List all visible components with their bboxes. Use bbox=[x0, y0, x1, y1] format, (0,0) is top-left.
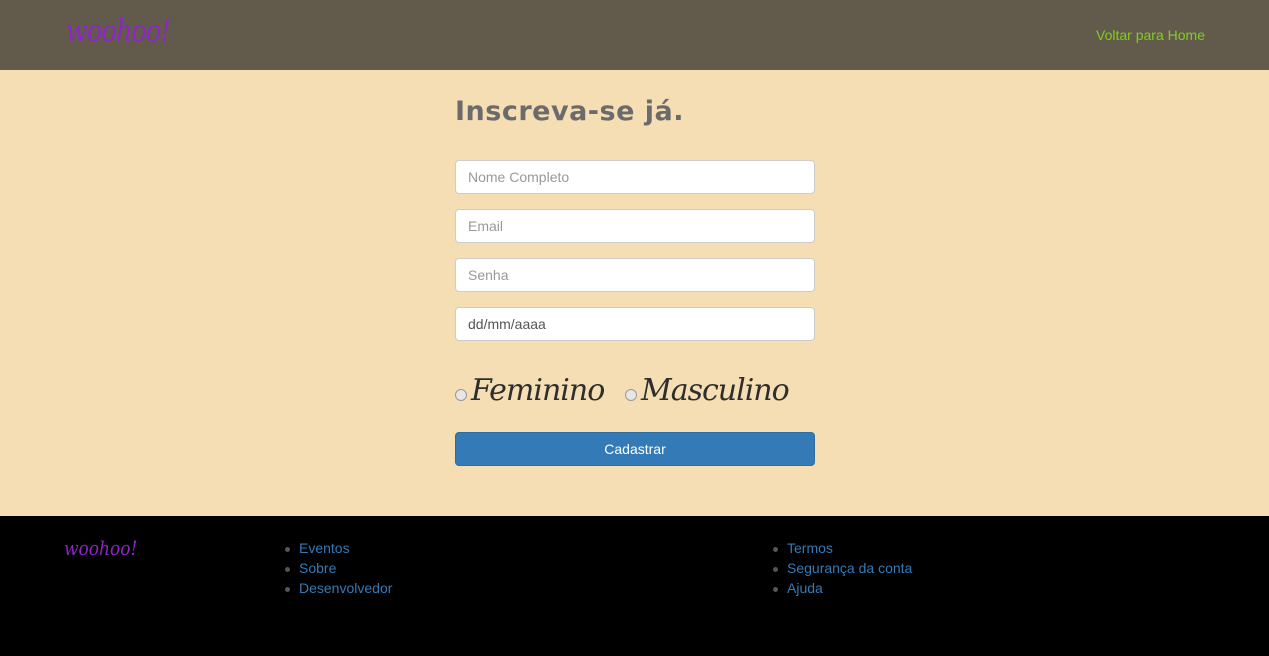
page-title: Inscreva-se já. bbox=[455, 96, 685, 127]
footer-item: Ajuda bbox=[773, 578, 912, 598]
gender-radio-group: Feminino Masculino bbox=[455, 364, 815, 416]
footer-logo[interactable]: woohoo! bbox=[64, 536, 137, 560]
signup-section: Inscreva-se já. Feminino Masculino Cadas… bbox=[0, 70, 1269, 516]
footer-item: Segurança da conta bbox=[773, 558, 912, 578]
top-navbar: woohoo! Voltar para Home bbox=[0, 0, 1269, 70]
footer-link-desenvolvedor[interactable]: Desenvolvedor bbox=[299, 580, 392, 596]
signup-form: Inscreva-se já. Feminino Masculino Cadas… bbox=[455, 70, 815, 466]
bullet-icon bbox=[285, 566, 290, 572]
bullet-icon bbox=[773, 546, 778, 552]
bullet-icon bbox=[285, 546, 290, 552]
bullet-icon bbox=[285, 586, 290, 592]
email-input[interactable] bbox=[455, 209, 815, 243]
page-footer: woohoo! Eventos Sobre Desenvolvedor Term… bbox=[0, 516, 1269, 656]
footer-link-sobre[interactable]: Sobre bbox=[299, 560, 336, 576]
footer-item: Eventos bbox=[285, 538, 392, 558]
radio-masculino[interactable] bbox=[625, 389, 637, 401]
footer-links-right: Termos Segurança da conta Ajuda bbox=[773, 538, 912, 598]
radio-feminino[interactable] bbox=[455, 389, 467, 401]
gender-label-masculino: Masculino bbox=[641, 372, 790, 408]
gender-option-masculino[interactable]: Masculino bbox=[625, 364, 790, 416]
footer-link-termos[interactable]: Termos bbox=[787, 540, 833, 556]
gender-option-feminino[interactable]: Feminino bbox=[455, 364, 605, 416]
bullet-icon bbox=[773, 566, 778, 572]
footer-item: Sobre bbox=[285, 558, 392, 578]
footer-item: Desenvolvedor bbox=[285, 578, 392, 598]
gender-label-feminino: Feminino bbox=[471, 372, 605, 408]
footer-link-eventos[interactable]: Eventos bbox=[299, 540, 350, 556]
brand-logo[interactable]: woohoo! bbox=[66, 14, 171, 49]
password-input[interactable] bbox=[455, 258, 815, 292]
submit-button[interactable]: Cadastrar bbox=[455, 432, 815, 466]
bullet-icon bbox=[773, 586, 778, 592]
footer-item: Termos bbox=[773, 538, 912, 558]
footer-link-seguranca[interactable]: Segurança da conta bbox=[787, 560, 912, 576]
footer-link-ajuda[interactable]: Ajuda bbox=[787, 580, 823, 596]
full-name-input[interactable] bbox=[455, 160, 815, 194]
footer-links-left: Eventos Sobre Desenvolvedor bbox=[285, 538, 392, 598]
home-link[interactable]: Voltar para Home bbox=[1096, 27, 1205, 43]
birthdate-input[interactable] bbox=[455, 307, 815, 341]
